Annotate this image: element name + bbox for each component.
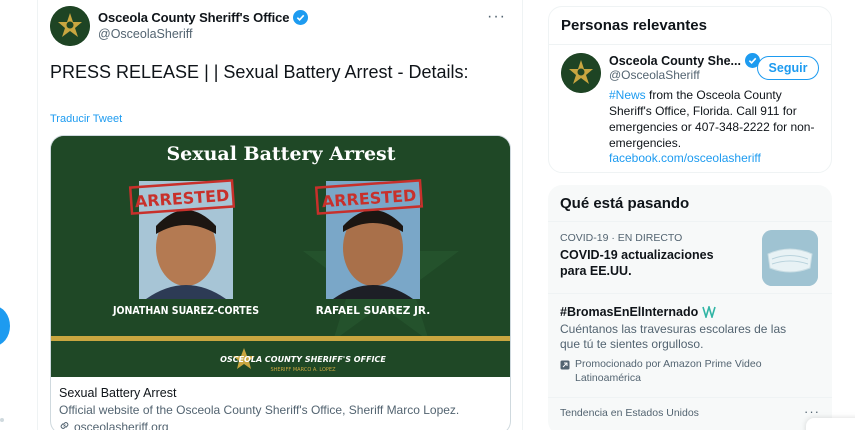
nav-dot <box>0 418 4 422</box>
verified-badge-icon <box>293 10 309 25</box>
trend-meta: Tendencia en Estados Unidos <box>560 407 699 419</box>
trend-description: Cuéntanos las travesuras escolares de la… <box>560 322 787 351</box>
author-handle[interactable]: @OsceolaSheriff <box>98 27 192 41</box>
relevant-people-panel: Personas relevantes Osceola County She..… <box>548 6 832 173</box>
tweet-column: Osceola County Sheriff's Office @Osceola… <box>37 0 523 430</box>
trend-headline: COVID-19 actualizaciones para EE.UU. <box>560 248 714 278</box>
trending-title: Qué está pasando <box>560 195 690 212</box>
trend-item-promoted[interactable]: #BromasEnElInternado Cuéntanos las trave… <box>548 294 832 397</box>
link-icon <box>59 420 70 430</box>
card-image[interactable]: Sexual Battery Arrest ARRESTED ARRESTED … <box>51 136 510 377</box>
compose-tweet-button[interactable] <box>0 306 10 346</box>
promoted-row: Promocionado por Amazon Prime Video Lati… <box>560 357 790 385</box>
card-description: Official website of the Osceola County S… <box>59 403 460 417</box>
card-footer-org: OSCEOLA COUNTY SHERIFF'S OFFICE <box>220 355 386 364</box>
card-link-row[interactable]: osceolasheriff.org <box>59 420 169 430</box>
trend-item-us[interactable]: Tendencia en Estados Unidos ··· <box>548 398 832 428</box>
follow-button[interactable]: Seguir <box>757 56 819 80</box>
trend-image[interactable] <box>762 230 818 286</box>
card-banner-text: Sexual Battery Arrest <box>166 143 395 165</box>
card-footer-sheriff: SHERIFF MARCO A. LOPEZ <box>270 367 336 373</box>
relevant-name[interactable]: Osceola County She... <box>609 54 741 68</box>
link-card[interactable]: Sexual Battery Arrest ARRESTED ARRESTED … <box>50 135 511 430</box>
divider <box>549 44 831 45</box>
relevant-bio: #News from the Osceola County Sheriff's … <box>609 87 825 151</box>
relevant-name-row[interactable]: Osceola County She... <box>609 53 760 68</box>
promoted-icon <box>560 360 570 385</box>
relevant-avatar[interactable] <box>561 53 601 93</box>
author-name[interactable]: Osceola County Sheriff's Office <box>98 10 290 25</box>
trend-hashtag: #BromasEnElInternado <box>560 305 699 319</box>
author-avatar[interactable] <box>50 6 90 46</box>
trending-panel: Qué está pasando COVID-19 · EN DIRECTO C… <box>548 185 832 430</box>
card-person-1: JONATHAN SUAREZ-CORTES <box>112 305 259 317</box>
more-options-icon[interactable]: ··· <box>487 8 506 26</box>
relevant-url-link[interactable]: facebook.com/osceolasheriff <box>609 151 761 165</box>
tweet-text: PRESS RELEASE | | Sexual Battery Arrest … <box>50 62 469 82</box>
trend-headline-row: #BromasEnElInternado <box>560 304 716 322</box>
messages-drawer[interactable] <box>806 418 855 430</box>
trend-more-icon[interactable]: ··· <box>804 404 820 419</box>
bio-hashtag-link[interactable]: #News <box>609 88 646 102</box>
card-title[interactable]: Sexual Battery Arrest <box>59 386 176 400</box>
author-name-row[interactable]: Osceola County Sheriff's Office <box>98 10 309 25</box>
hashflag-icon <box>701 304 716 322</box>
translate-tweet-link[interactable]: Traducir Tweet <box>50 113 122 125</box>
card-person-2: RAFAEL SUAREZ JR. <box>316 305 430 317</box>
relevant-people-title: Personas relevantes <box>561 17 707 34</box>
card-link-text[interactable]: osceolasheriff.org <box>74 420 169 430</box>
trend-meta: COVID-19 · EN DIRECTO <box>560 232 683 244</box>
promoted-text: Promocionado por Amazon Prime Video Lati… <box>575 358 762 384</box>
relevant-handle[interactable]: @OsceolaSheriff <box>609 68 700 82</box>
